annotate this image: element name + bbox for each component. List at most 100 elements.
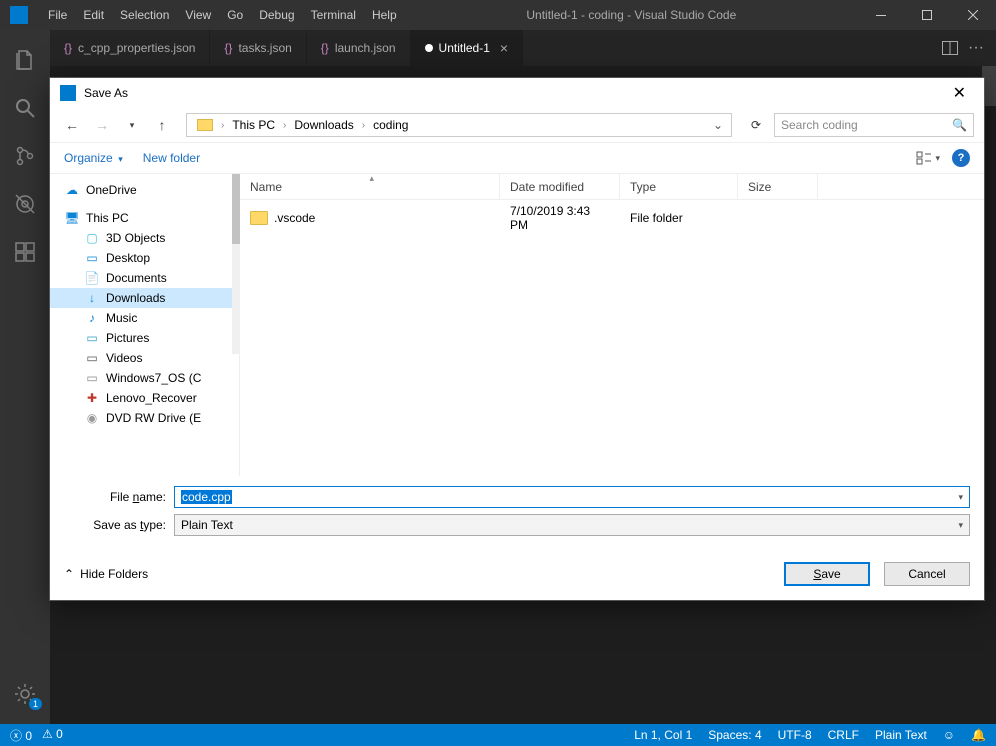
close-button[interactable] xyxy=(950,0,996,30)
window-title: Untitled-1 - coding - Visual Studio Code xyxy=(405,8,858,22)
tree-node-downloads[interactable]: ↓Downloads xyxy=(50,288,239,308)
save-as-dialog: Save As ✕ ← → ▾ ↑ › This PC › Downloads … xyxy=(49,77,985,601)
scrollbar-thumb[interactable] xyxy=(232,174,240,244)
column-type[interactable]: Type xyxy=(620,174,738,199)
tab-label: tasks.json xyxy=(238,41,291,55)
tab-close-icon[interactable]: × xyxy=(500,40,508,56)
status-eol[interactable]: CRLF xyxy=(828,728,859,742)
view-options-icon[interactable]: ▾ xyxy=(916,151,940,165)
status-warnings[interactable]: ⚠ 0 xyxy=(42,727,63,744)
column-size[interactable]: Size xyxy=(738,174,818,199)
search-input[interactable]: Search coding 🔍 xyxy=(774,113,974,137)
saveastype-value: Plain Text xyxy=(181,518,233,532)
dialog-title: Save As xyxy=(84,86,128,100)
chevron-down-icon[interactable]: ▾ xyxy=(958,520,963,531)
update-badge: 1 xyxy=(29,698,42,710)
tree-node-lenovo-recover[interactable]: ✚Lenovo_Recover xyxy=(50,388,239,408)
nav-recent-dropdown-icon[interactable]: ▾ xyxy=(120,120,144,131)
saveastype-combo[interactable]: Plain Text ▾ xyxy=(174,514,970,536)
tab-untitled-1[interactable]: Untitled-1 × xyxy=(411,30,524,66)
status-encoding[interactable]: UTF-8 xyxy=(778,728,812,742)
chevron-down-icon: ▾ xyxy=(116,154,123,164)
editor-tabbar: {} c_cpp_properties.json {} tasks.json {… xyxy=(0,30,996,66)
disc-icon: ◉ xyxy=(84,411,100,425)
more-actions-icon[interactable]: ··· xyxy=(968,39,984,57)
tab-launch-json[interactable]: {} launch.json xyxy=(307,30,411,66)
status-spaces[interactable]: Spaces: 4 xyxy=(708,728,761,742)
breadcrumb[interactable]: › This PC › Downloads › coding ⌄ xyxy=(186,113,732,137)
file-row[interactable]: .vscode 7/10/2019 3:43 PM File folder xyxy=(240,200,984,236)
menu-edit[interactable]: Edit xyxy=(75,8,112,22)
titlebar: File Edit Selection View Go Debug Termin… xyxy=(0,0,996,30)
tree-node-pictures[interactable]: ▭Pictures xyxy=(50,328,239,348)
dialog-nav-row: ← → ▾ ↑ › This PC › Downloads › coding ⌄… xyxy=(50,108,984,142)
gear-icon[interactable]: 1 xyxy=(0,672,50,716)
debug-icon[interactable] xyxy=(0,182,50,226)
menu-go[interactable]: Go xyxy=(219,8,251,22)
organize-button[interactable]: Organize ▾ xyxy=(64,151,123,165)
tree-node-windows7-os-c[interactable]: ▭Windows7_OS (C xyxy=(50,368,239,388)
menu-file[interactable]: File xyxy=(40,8,75,22)
cloud-icon: ☁ xyxy=(64,183,80,197)
breadcrumb-root-icon[interactable] xyxy=(191,117,219,133)
menu-debug[interactable]: Debug xyxy=(251,8,302,22)
maximize-button[interactable] xyxy=(904,0,950,30)
tree-scrollbar[interactable] xyxy=(232,174,240,354)
nav-back-icon[interactable]: ← xyxy=(60,117,84,133)
refresh-icon[interactable]: ⟳ xyxy=(744,118,768,132)
save-button[interactable]: Save xyxy=(784,562,870,586)
chevron-down-icon[interactable]: ▾ xyxy=(958,492,963,503)
status-ln-col[interactable]: Ln 1, Col 1 xyxy=(634,728,692,742)
status-bell-icon[interactable]: 🔔 xyxy=(971,728,986,742)
cancel-button[interactable]: Cancel xyxy=(884,562,970,586)
tree-node-dvd-rw-drive-e[interactable]: ◉DVD RW Drive (E xyxy=(50,408,239,428)
split-editor-icon[interactable] xyxy=(942,41,958,55)
breadcrumb-item[interactable]: This PC xyxy=(226,116,281,134)
tab-c-cpp-properties[interactable]: {} c_cpp_properties.json xyxy=(50,30,210,66)
breadcrumb-dropdown-icon[interactable]: ⌄ xyxy=(713,118,727,132)
tree-node-this-pc[interactable]: 🖥This PC xyxy=(50,208,239,228)
chevron-right-icon[interactable]: › xyxy=(283,120,286,131)
dialog-titlebar: Save As ✕ xyxy=(50,78,984,108)
tree-node-videos[interactable]: ▭Videos xyxy=(50,348,239,368)
source-control-icon[interactable] xyxy=(0,134,50,178)
help-icon[interactable]: ? xyxy=(952,149,970,167)
hide-folders-button[interactable]: ⌃ Hide Folders xyxy=(64,567,148,581)
search-icon[interactable] xyxy=(0,86,50,130)
tab-label: c_cpp_properties.json xyxy=(78,41,195,55)
tree-node-label: 3D Objects xyxy=(106,231,165,245)
menu-help[interactable]: Help xyxy=(364,8,405,22)
dialog-toolbar: Organize ▾ New folder ▾ ? xyxy=(50,142,984,174)
tree-node-onedrive[interactable]: ☁OneDrive xyxy=(50,180,239,200)
dialog-close-icon[interactable]: ✕ xyxy=(945,83,974,103)
new-folder-button[interactable]: New folder xyxy=(143,151,200,165)
tree-node-3d-objects[interactable]: ▢ 3D Objects xyxy=(50,228,239,248)
saveastype-label: Save as type: xyxy=(64,518,174,532)
explorer-icon[interactable] xyxy=(0,38,50,82)
tab-tasks-json[interactable]: {} tasks.json xyxy=(210,30,306,66)
minimize-button[interactable] xyxy=(858,0,904,30)
doc-icon: 📄 xyxy=(84,271,100,285)
tree-node-music[interactable]: ♪Music xyxy=(50,308,239,328)
menu-terminal[interactable]: Terminal xyxy=(303,8,364,22)
dirty-dot-icon xyxy=(425,44,433,52)
column-name[interactable]: Name ▴ xyxy=(240,174,500,199)
status-language[interactable]: Plain Text xyxy=(875,728,927,742)
breadcrumb-item[interactable]: Downloads xyxy=(288,116,359,134)
nav-up-icon[interactable]: ↑ xyxy=(150,117,174,133)
status-feedback-icon[interactable]: ☺ xyxy=(943,728,955,742)
search-icon[interactable]: 🔍 xyxy=(952,118,967,132)
tree-node-desktop[interactable]: ▭Desktop xyxy=(50,248,239,268)
menu-selection[interactable]: Selection xyxy=(112,8,177,22)
menu-view[interactable]: View xyxy=(177,8,219,22)
extensions-icon[interactable] xyxy=(0,230,50,274)
tree-node-documents[interactable]: 📄Documents xyxy=(50,268,239,288)
cube-icon: ▢ xyxy=(84,231,100,245)
status-errors[interactable]: ⓧ 0 xyxy=(10,727,32,744)
chevron-right-icon[interactable]: › xyxy=(221,120,224,131)
chevron-right-icon[interactable]: › xyxy=(362,120,365,131)
vscode-logo-icon xyxy=(60,85,76,101)
filename-input[interactable]: code.cpp ▾ xyxy=(174,486,970,508)
column-date[interactable]: Date modified xyxy=(500,174,620,199)
breadcrumb-item[interactable]: coding xyxy=(367,116,414,134)
